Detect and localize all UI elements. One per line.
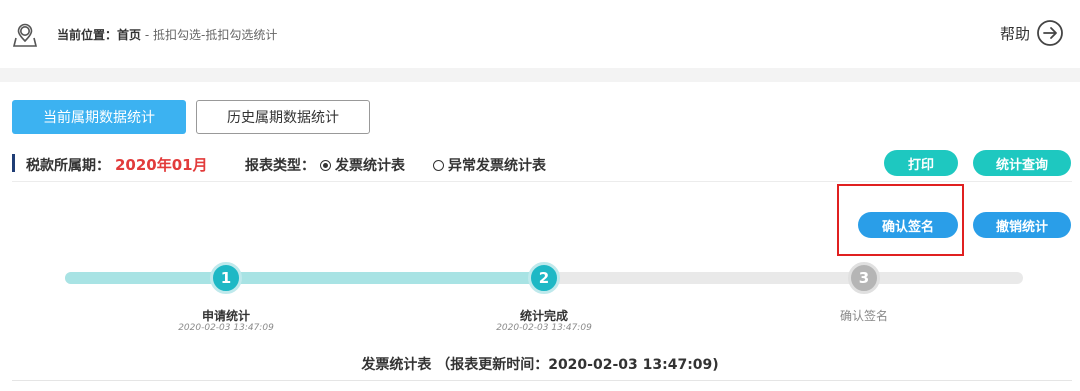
confirm-signature-button[interactable]: 确认签名	[858, 212, 958, 238]
location-icon	[12, 23, 38, 47]
breadcrumb-home-link[interactable]: 首页	[117, 28, 141, 42]
divider-bottom	[12, 380, 1072, 381]
step-2-title: 统计完成	[519, 309, 568, 323]
tab-history-period[interactable]: 历史属期数据统计	[196, 100, 370, 134]
progress-fill	[65, 272, 544, 284]
section-separator	[0, 68, 1080, 82]
print-button[interactable]: 打印	[884, 150, 958, 176]
breadcrumb-path: - 抵扣勾选-抵扣勾选统计	[141, 28, 278, 42]
step-3-circle: 3	[848, 262, 880, 294]
divider	[12, 181, 1072, 182]
report-type-label: 报表类型：	[245, 158, 315, 174]
period-label: 税款所属期：	[26, 158, 110, 174]
tab-current-period[interactable]: 当前属期数据统计	[12, 100, 186, 134]
section-accent-bar	[12, 154, 15, 172]
radio-invoice-stats[interactable]: 发票统计表	[320, 155, 405, 175]
step-1-time: 2020-02-03 13:47:09	[178, 323, 274, 333]
radio-abnormal-invoice-stats-label: 异常发票统计表	[448, 158, 546, 174]
radio-unselected-icon[interactable]	[433, 159, 444, 171]
breadcrumb-prefix: 当前位置：	[57, 28, 118, 42]
radio-invoice-stats-label: 发票统计表	[335, 158, 405, 174]
breadcrumb: 当前位置：首页 - 抵扣勾选-抵扣勾选统计	[57, 26, 277, 43]
step-2-time: 2020-02-03 13:47:09	[496, 323, 592, 333]
radio-abnormal-invoice-stats[interactable]: 异常发票统计表	[433, 155, 546, 175]
step-3-title: 确认签名	[839, 309, 888, 323]
help-button[interactable]: 帮助	[1000, 19, 1064, 47]
report-title: 发票统计表 （报表更新时间：2020-02-03 13:47:09)	[361, 357, 719, 373]
stats-query-button[interactable]: 统计查询	[973, 150, 1071, 176]
radio-selected-icon[interactable]	[320, 159, 331, 171]
top-bar: 当前位置：首页 - 抵扣勾选-抵扣勾选统计 帮助	[0, 0, 1080, 68]
step-2-circle: 2	[528, 262, 560, 294]
period-value: 2020年01月	[115, 156, 208, 174]
revoke-stats-button[interactable]: 撤销统计	[973, 212, 1071, 238]
arrow-right-circle-icon	[1037, 20, 1063, 46]
step-1-title: 申请统计	[201, 309, 250, 323]
step-1-circle: 1	[210, 262, 242, 294]
help-label: 帮助	[999, 24, 1030, 43]
